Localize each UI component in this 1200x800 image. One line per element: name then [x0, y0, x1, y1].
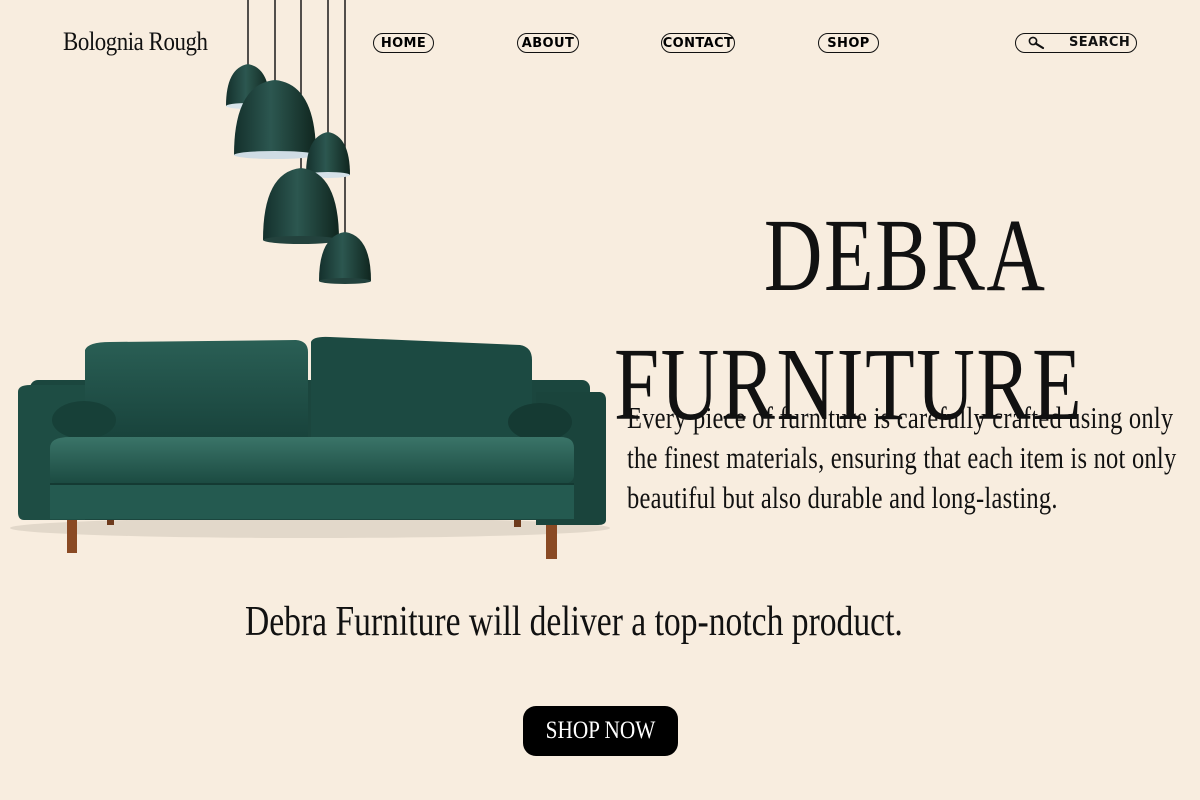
- pendant-lamps: [226, 0, 371, 284]
- nav-contact[interactable]: CONTACT: [661, 33, 735, 53]
- nav-home[interactable]: HOME: [373, 33, 434, 53]
- green-velvet-sofa: [10, 336, 610, 559]
- shop-now-label: SHOP NOW: [545, 717, 656, 744]
- brand-logo[interactable]: Bolognia Rough: [63, 27, 208, 57]
- hero-description: Every piece of furniture is carefully cr…: [627, 400, 1177, 515]
- search-label: SEARCH: [1069, 35, 1131, 50]
- shop-now-button[interactable]: SHOP NOW: [523, 706, 678, 756]
- nav-about[interactable]: ABOUT: [517, 33, 579, 53]
- nav-shop[interactable]: SHOP: [818, 33, 879, 53]
- search-button[interactable]: SEARCH: [1015, 33, 1137, 53]
- tagline: Debra Furniture will deliver a top-notch…: [245, 599, 903, 645]
- search-icon: [1028, 36, 1046, 54]
- hero-title-line1: DEBRA: [763, 197, 1047, 313]
